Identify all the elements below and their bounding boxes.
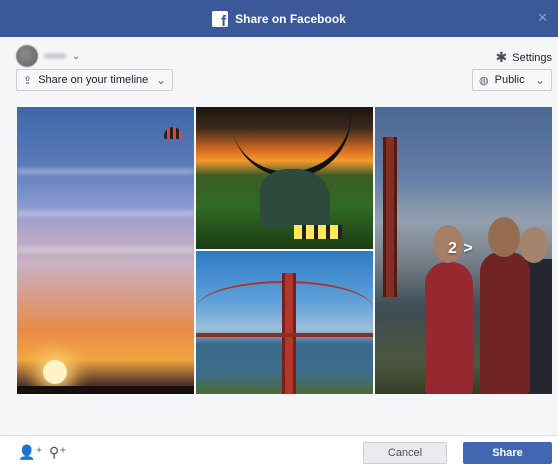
chevron-down-icon: ⌄ <box>534 73 545 87</box>
dialog-titlebar: f Share on Facebook ✕ <box>0 0 558 37</box>
rock-lamp <box>260 169 330 227</box>
cloud-streak <box>17 211 194 216</box>
privacy-dropdown[interactable]: ◍ Public ⌄ <box>472 69 552 91</box>
horizon <box>17 386 194 394</box>
settings-button[interactable]: ✱ Settings <box>496 49 552 66</box>
dialog-footer: 👤⁺ ⚲⁺ Cancel Share <box>0 435 558 468</box>
chevron-down-icon: ⌄ <box>155 73 166 87</box>
share-icon: ⇪ <box>23 74 33 87</box>
privacy-label: Public <box>494 74 525 86</box>
cancel-button[interactable]: Cancel <box>363 442 447 464</box>
gear-icon: ✱ <box>495 49 508 65</box>
photo-family-bridge[interactable]: 2 > <box>375 107 552 394</box>
bridge-deck <box>196 333 373 337</box>
dialog-title: Share on Facebook <box>235 11 346 26</box>
dialog-body: ⌄ ✱ Settings ⇪ Share on your timeline ⌄ … <box>0 37 558 435</box>
share-target-dropdown[interactable]: ⇪ Share on your timeline ⌄ <box>16 69 173 91</box>
more-photos-count[interactable]: 2 > <box>448 240 474 258</box>
parasail <box>164 127 182 139</box>
photo-collage: 2 > <box>17 107 552 394</box>
avatar <box>16 45 38 67</box>
cloud-streak <box>17 247 194 252</box>
photo-golden-gate[interactable] <box>196 251 373 394</box>
globe-icon: ◍ <box>479 74 489 87</box>
account-name-blurred <box>44 53 66 59</box>
cloud-streak <box>17 169 194 174</box>
tag-friends-icon[interactable]: 👤⁺ <box>18 444 43 461</box>
sun <box>43 360 67 384</box>
settings-label: Settings <box>512 51 552 64</box>
facebook-logo-icon: f <box>212 10 229 27</box>
location-pin-icon[interactable]: ⚲⁺ <box>49 444 67 461</box>
photo-palm-sunset[interactable] <box>196 107 373 249</box>
close-icon[interactable]: ✕ <box>537 10 548 26</box>
photo-sunset-parasail[interactable] <box>17 107 194 394</box>
share-target-label: Share on your timeline <box>38 74 149 86</box>
account-selector[interactable]: ⌄ <box>16 45 80 67</box>
lights <box>294 225 342 239</box>
share-button[interactable]: Share <box>463 442 552 464</box>
chevron-down-icon: ⌄ <box>72 50 81 62</box>
